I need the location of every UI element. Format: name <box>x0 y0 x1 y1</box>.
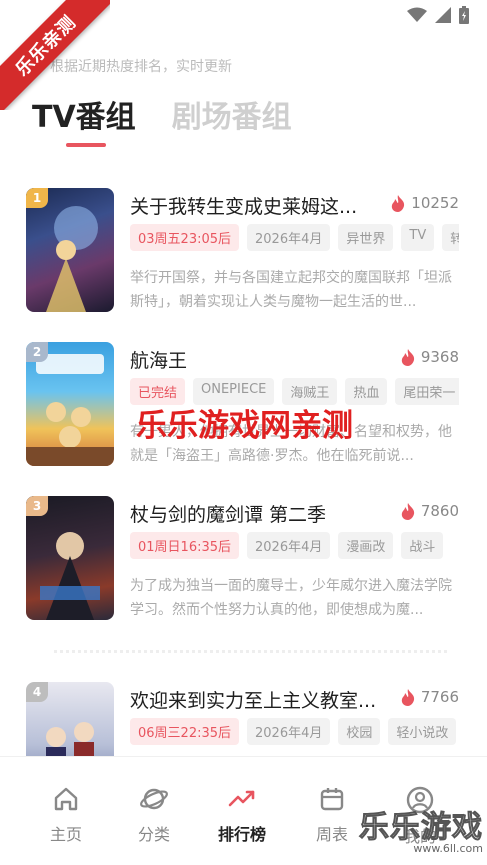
heat-count: 10252 <box>391 194 459 212</box>
tag[interactable]: 异世界 <box>338 224 394 251</box>
brand-watermark: 乐乐游戏 www.6ll.com <box>359 810 484 856</box>
rank-badge: 3 <box>26 496 48 516</box>
tag[interactable]: 2026年4月 <box>247 224 331 251</box>
nav-schedule[interactable]: 周表 <box>302 785 362 845</box>
fire-icon <box>401 688 414 706</box>
nav-category[interactable]: 分类 <box>124 785 184 845</box>
tag-row: 01周日16:35后 2026年4月 漫画改 战斗 <box>130 532 459 559</box>
tag[interactable]: 校园 <box>338 718 381 745</box>
fire-icon <box>392 194 405 212</box>
signal-icon <box>435 7 451 23</box>
cover-image: 1 <box>26 188 114 312</box>
tag[interactable]: 01周日16:35后 <box>130 532 240 559</box>
trending-icon <box>228 790 255 807</box>
tag[interactable]: 2026年4月 <box>247 718 331 745</box>
nav-label: 排行榜 <box>217 825 266 844</box>
heat-count: 7766 <box>401 688 459 706</box>
list-item[interactable]: 3 杖与剑的魔剑谭 第二季 7860 01周日16:35后 2026年4月 漫画… <box>26 496 487 622</box>
fire-icon <box>401 502 414 520</box>
item-title[interactable]: 杖与剑的魔剑谭 第二季 <box>130 500 326 527</box>
tag-row: 03周五23:05后 2026年4月 异世界 TV 转 <box>130 224 459 251</box>
item-title[interactable]: 航海王 <box>130 346 187 373</box>
fire-icon <box>401 348 414 366</box>
tag[interactable]: TV <box>401 224 435 251</box>
item-title[interactable]: 欢迎来到实力至上主义教室... <box>130 686 376 713</box>
list-item[interactable]: 1 关于我转生变成史莱姆这... 10252 03周五23:05后 2026年4… <box>26 188 487 314</box>
tag[interactable]: 漫画改 <box>338 532 394 559</box>
tag[interactable]: 战斗 <box>401 532 444 559</box>
tag[interactable]: 2026年4月 <box>247 532 331 559</box>
planet-icon <box>140 788 168 810</box>
cover-image: 2 <box>26 342 114 466</box>
calendar-icon <box>320 788 344 811</box>
tab-theater[interactable]: 剧场番组 <box>172 92 292 136</box>
active-tab-indicator <box>66 143 106 147</box>
section-divider <box>54 650 447 653</box>
tag[interactable]: 尾田荣一 <box>395 378 459 405</box>
battery-icon <box>459 6 469 24</box>
tag[interactable]: 转 <box>442 224 459 251</box>
rank-badge: 4 <box>26 682 48 702</box>
nav-label: 主页 <box>49 825 82 844</box>
tag-row: 06周三22:35后 2026年4月 校园 轻小说改 <box>130 718 459 745</box>
rank-badge: 1 <box>26 188 48 208</box>
wifi-icon <box>407 7 427 22</box>
tag[interactable]: 03周五23:05后 <box>130 224 240 251</box>
heat-count: 9368 <box>401 348 459 366</box>
heat-count: 7860 <box>401 502 459 520</box>
tag[interactable]: 轻小说改 <box>388 718 457 745</box>
cover-image: 3 <box>26 496 114 620</box>
nav-home[interactable]: 主页 <box>36 785 96 845</box>
item-title[interactable]: 关于我转生变成史莱姆这... <box>130 192 357 219</box>
home-icon <box>54 787 78 811</box>
rank-badge: 2 <box>26 342 48 362</box>
center-watermark: 乐乐游戏网亲测 <box>136 408 353 444</box>
nav-label: 周表 <box>315 825 348 844</box>
nav-ranking[interactable]: 排行榜 <box>212 785 272 845</box>
item-description: 举行开国祭，并与各国建立起邦交的魔国联邦「坦派斯特」，朝着实现让人类与魔物一起生… <box>130 270 452 310</box>
tag[interactable]: 06周三22:35后 <box>130 718 240 745</box>
item-description: 为了成为独当一面的魔导士，少年威尔进入魔法学院学习。然而个性努力认真的他，即使想… <box>130 578 452 618</box>
corner-watermark-ribbon: 乐乐亲测 <box>0 0 110 110</box>
nav-label: 分类 <box>137 825 170 844</box>
